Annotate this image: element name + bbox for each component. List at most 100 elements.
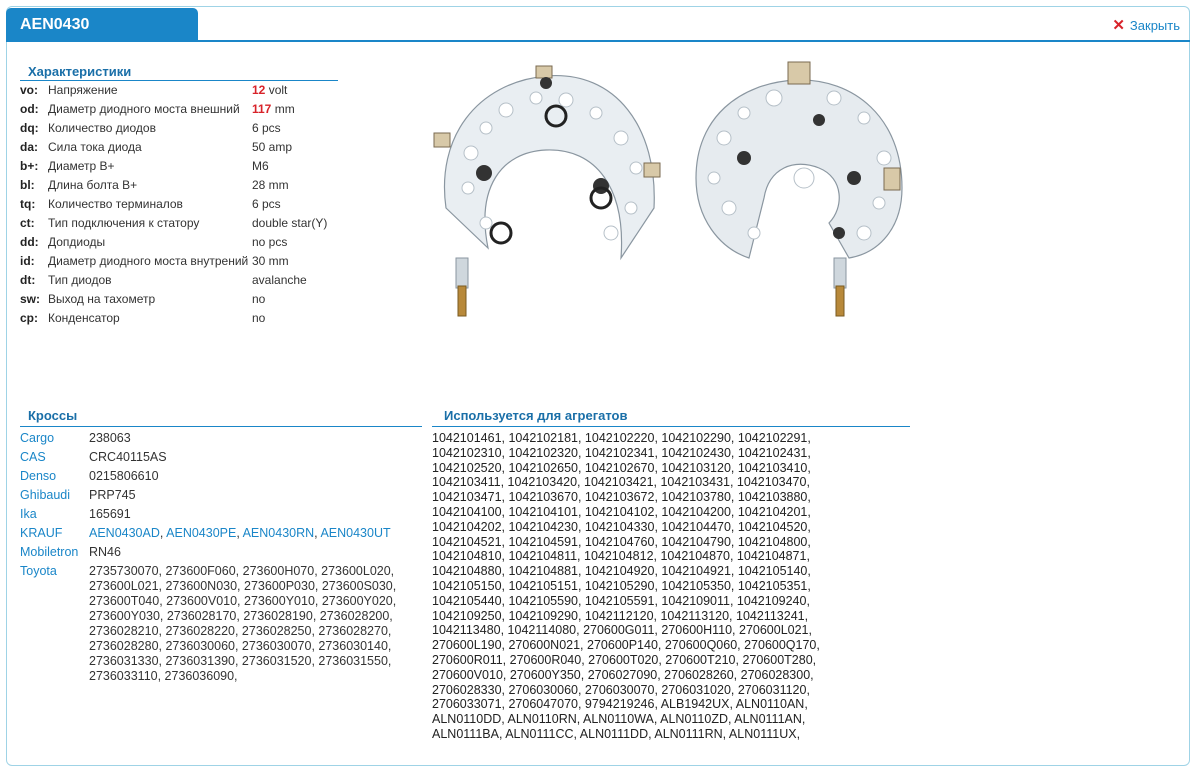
used-in-line: 1042109250, 1042109290, 1042112120, 1042… [432,608,809,623]
cross-link[interactable]: AEN0430PE [166,526,236,540]
characteristic-value: 30 mm [252,254,289,268]
characteristic-code: da: [20,140,38,154]
characteristic-code: od: [20,102,39,116]
used-in-line: 2706028330, 2706030060, 2706030070, 2706… [432,682,810,697]
characteristic-value: 6 pcs [252,197,281,211]
characteristic-code: sw: [20,292,41,306]
used-in-line: 1042104810, 1042104811, 1042104812, 1042… [432,549,810,564]
cross-numbers: AEN0430AD, AEN0430PE, AEN0430RN, AEN0430… [89,526,391,540]
characteristic-row: b+: Диаметр B+ M6 [20,157,338,176]
cross-link[interactable]: AEN0430RN [243,526,315,540]
characteristic-row: dt: Тип диодов avalanche [20,271,338,290]
characteristic-label: Диаметр диодного моста внутрений [48,254,249,268]
used-in-line: 1042104202, 1042104230, 1042104330, 1042… [432,519,811,534]
characteristics-title: Характеристики [20,64,338,81]
crosses-panel: Кроссы Cargo 238063 CAS CRC40115AS Denso 0215… [20,408,422,684]
cross-brand[interactable]: Toyota [20,564,89,684]
characteristic-label: Сила тока диода [48,140,142,154]
characteristic-value: no pcs [252,235,288,249]
characteristic-code: id: [20,254,35,268]
cross-link[interactable]: AEN0430UT [320,526,390,540]
used-in-line: 1042105440, 1042105590, 1042105591, 1042… [432,593,810,608]
used-in-line: 2706033071, 2706047070, 9794219246, ALB1… [432,697,808,712]
characteristic-value: 28 mm [252,178,289,192]
characteristic-row: id: Диаметр диодного моста внутрений 30 mm [20,252,338,271]
page-title: AEN0430 [6,8,198,42]
characteristics-panel: Характеристики vo: Напряжение 12 volt od: Ди… [20,64,338,328]
product-image-front [433,65,661,317]
used-in-line: 1042105150, 1042105151, 1042105290, 1042… [432,578,811,593]
cross-brand[interactable]: Ika [20,507,89,522]
title-divider [6,40,1190,42]
used-in-line: ALN0110DD, ALN0110RN, ALN0110WA, ALN0110… [432,712,806,727]
cross-brand[interactable]: Cargo [20,431,89,446]
characteristic-row: dq: Количество диодов 6 pcs [20,119,338,138]
characteristics-list: vo: Напряжение 12 volt od: Диаметр диодного … [20,81,338,328]
characteristic-label: Количество диодов [48,121,156,135]
used-in-panel: Используется для агрегатов 1042101461, 1… [432,408,910,742]
characteristic-value: 12 volt [252,83,288,97]
characteristic-value: 6 pcs [252,121,281,135]
characteristic-code: cp: [20,311,38,325]
cross-brand[interactable]: KRAUF [20,526,89,541]
cross-numbers: 165691 [89,507,131,521]
characteristic-label: Диаметр диодного моста внешний [48,102,240,116]
characteristic-value: 50 amp [252,140,293,154]
characteristic-code: b+: [20,159,39,173]
characteristic-label: Допдиоды [48,235,106,249]
characteristic-row: da: Сила тока диода 50 amp [20,138,338,157]
close-button[interactable]: ✕ Закрыть [1112,16,1180,34]
characteristic-value-highlight: 117 [252,102,272,116]
used-in-line: 270600L190, 270600N021, 270600P140, 2706… [432,638,820,653]
product-image-back [695,61,903,317]
cross-numbers: CRC40115AS [89,450,167,464]
cross-numbers: PRP745 [89,488,136,502]
used-in-line: 1042103471, 1042103670, 1042103672, 1042… [432,490,811,505]
cross-row: Ika 165691 [20,507,422,522]
characteristic-code: ct: [20,216,35,230]
cross-brand[interactable]: CAS [20,450,89,465]
characteristic-code: tq: [20,197,36,211]
used-in-line: 1042104100, 1042104101, 1042104102, 1042… [432,504,811,519]
characteristic-value: double star(Y) [252,216,328,230]
cross-numbers: RN46 [89,545,121,559]
characteristic-code: dq: [20,121,39,135]
cross-row: Denso 0215806610 [20,469,422,484]
characteristic-row: bl: Длина болта B+ 28 mm [20,176,338,195]
crosses-list: Cargo 238063 CAS CRC40115AS Denso 0215806610 G… [20,431,422,684]
used-in-line: 1042104521, 1042104591, 1042104760, 1042… [432,534,811,549]
used-in-line: 1042103411, 1042103420, 1042103421, 1042… [432,475,810,490]
characteristic-code: vo: [20,83,38,97]
characteristic-row: tq: Количество терминалов 6 pcs [20,195,338,214]
cross-row: Ghibaudi PRP745 [20,488,422,503]
characteristic-label: Выход на тахометр [48,292,156,306]
cross-brand[interactable]: Ghibaudi [20,488,89,503]
used-in-line: 1042102520, 1042102650, 1042102670, 1042… [432,460,811,475]
characteristic-value: M6 [252,159,269,173]
cross-link[interactable]: AEN0430AD [89,526,160,540]
cross-row: CAS CRC40115AS [20,450,422,465]
cross-brand[interactable]: Denso [20,469,89,484]
characteristic-code: bl: [20,178,35,192]
characteristic-value: no [252,311,266,325]
used-in-title: Используется для агрегатов [432,408,910,427]
characteristic-label: Конденсатор [48,311,120,325]
cross-brand[interactable]: Mobiletron [20,545,89,560]
cross-row: Cargo 238063 [20,431,422,446]
used-in-line: 1042101461, 1042102181, 1042102220, 1042… [432,431,811,445]
used-in-line: 270600V010, 270600Y350, 2706027090, 2706… [432,667,814,682]
characteristic-code: dd: [20,235,39,249]
characteristic-label: Тип диодов [48,273,112,287]
characteristic-code: dt: [20,273,36,287]
cross-row: Mobiletron RN46 [20,545,422,560]
characteristic-row: ct: Тип подключения к статору double star(… [20,214,338,233]
cross-row: Toyota 2735730070, 273600F060, 273600H070… [20,564,422,684]
characteristic-row: cp: Конденсатор no [20,309,338,328]
cross-numbers: 2735730070, 273600F060, 273600H070, 2736… [89,564,397,683]
used-in-line: 1042102310, 1042102320, 1042102341, 1042… [432,445,811,460]
cross-numbers: 238063 [89,431,131,445]
characteristic-label: Тип подключения к статору [48,216,200,230]
used-in-line: 1042104880, 1042104881, 1042104920, 1042… [432,564,811,579]
cross-row: KRAUF AEN0430AD, AEN0430PE, AEN0430RN, AE… [20,526,422,541]
characteristic-value-highlight: 12 [252,83,266,97]
